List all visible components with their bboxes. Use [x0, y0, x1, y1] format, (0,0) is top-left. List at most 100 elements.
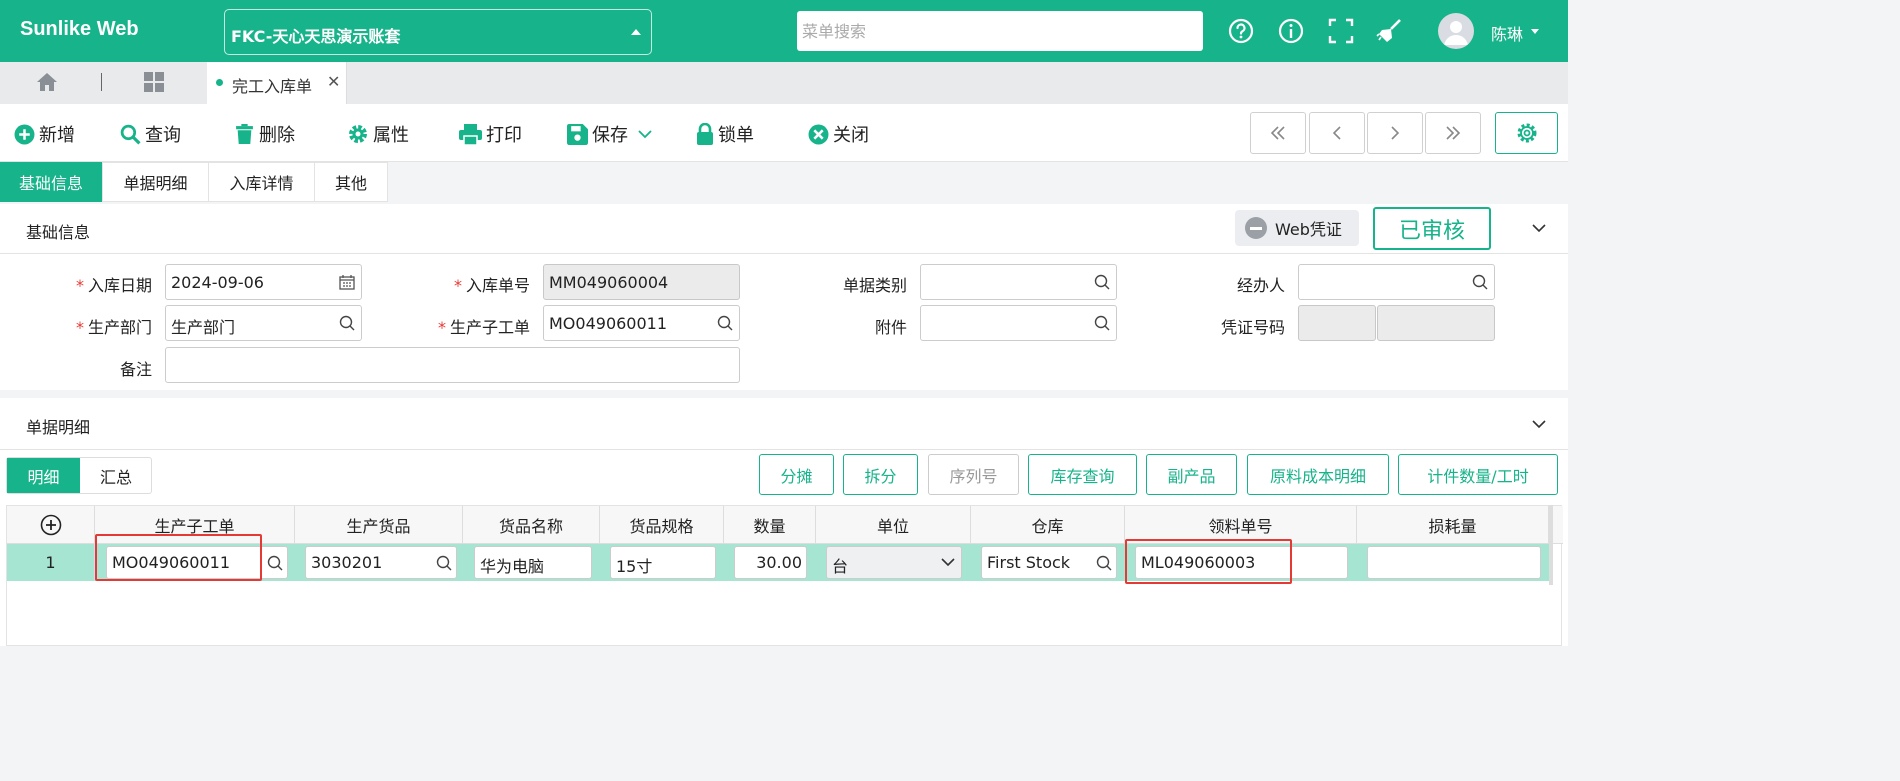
trash-icon [236, 123, 253, 144]
user-name[interactable]: 陈琳 [1491, 21, 1523, 45]
by-product-button[interactable]: 副产品 [1146, 454, 1237, 495]
query-button[interactable]: 查询 [120, 121, 181, 147]
previous-record-button[interactable] [1309, 112, 1365, 154]
highlight-picking-no [1125, 539, 1292, 584]
user-avatar[interactable] [1438, 13, 1474, 49]
web-voucher-button[interactable]: Web凭证 [1235, 210, 1359, 246]
row-loss-input[interactable] [1367, 546, 1541, 579]
allocate-button[interactable]: 分摊 [759, 454, 834, 495]
chevron-left-icon [1332, 126, 1341, 140]
home-icon[interactable] [36, 72, 58, 92]
piece-qty-hours-button[interactable]: 计件数量/工时 [1398, 454, 1558, 495]
stock-query-button[interactable]: 库存查询 [1028, 454, 1137, 495]
row-warehouse-input[interactable]: First Stock [981, 546, 1117, 579]
last-record-button[interactable] [1425, 112, 1481, 154]
add-row-icon[interactable] [40, 514, 62, 536]
attachment-field[interactable] [920, 305, 1117, 341]
search-icon[interactable] [1094, 315, 1110, 331]
query-label: 查询 [145, 125, 181, 146]
row-product-value: 3030201 [311, 553, 383, 572]
detail-title: 单据明细 [26, 418, 91, 437]
view-summary-button[interactable]: 汇总 [80, 458, 152, 493]
close-tab-icon[interactable]: ✕ [327, 72, 340, 91]
grid-vertical-scrollbar[interactable] [1549, 505, 1553, 585]
delete-button[interactable]: 删除 [234, 121, 295, 147]
collapse-chevron-icon[interactable] [1532, 223, 1546, 233]
search-icon[interactable] [1094, 274, 1110, 290]
in-date-value: 2024-09-06 [171, 273, 264, 292]
material-cost-detail-button[interactable]: 原料成本明细 [1247, 454, 1389, 495]
remark-field[interactable] [165, 347, 740, 383]
col-product[interactable]: 生产货品 [295, 506, 463, 544]
clear-cache-broom-icon[interactable] [1376, 17, 1404, 45]
collapse-chevron-icon[interactable] [1532, 419, 1546, 429]
dept-field[interactable]: 生产部门 [165, 305, 362, 341]
col-warehouse[interactable]: 仓库 [971, 506, 1125, 544]
close-button[interactable]: 关闭 [808, 121, 869, 147]
plus-circle-icon [14, 124, 35, 144]
search-icon[interactable] [339, 315, 355, 331]
col-unit[interactable]: 单位 [816, 506, 971, 544]
search-icon[interactable] [436, 555, 452, 571]
serial-number-button[interactable]: 序列号 [928, 454, 1019, 495]
first-record-button[interactable] [1250, 112, 1306, 154]
dept-value: 生产部门 [171, 318, 236, 337]
chevron-down-icon[interactable] [638, 129, 652, 139]
voucher-no-label: 凭证号码 [1220, 318, 1285, 337]
menu-search-input[interactable] [797, 11, 1203, 51]
col-product-name[interactable]: 货品名称 [463, 506, 600, 544]
help-icon[interactable] [1227, 17, 1255, 45]
voucher-no-field-a [1298, 305, 1376, 341]
calendar-icon[interactable] [339, 274, 355, 290]
info-icon[interactable] [1277, 17, 1305, 45]
tab-basic-info[interactable]: 基础信息 [0, 162, 102, 202]
properties-button[interactable]: 属性 [347, 121, 409, 147]
dept-label: * 生产部门 [75, 318, 152, 337]
row-unit-select[interactable]: 台 [826, 546, 962, 579]
col-loss[interactable]: 损耗量 [1357, 506, 1549, 544]
row-name-input[interactable]: 华为电脑 [474, 546, 592, 579]
attachment-label: 附件 [874, 318, 907, 337]
double-chevron-right-icon [1446, 126, 1461, 140]
search-icon[interactable] [1472, 274, 1488, 290]
search-icon[interactable] [1096, 555, 1112, 571]
fullscreen-icon[interactable] [1327, 17, 1355, 45]
tab-other[interactable]: 其他 [314, 162, 388, 202]
status-badge: 已审核 [1373, 207, 1491, 250]
basic-info-title: 基础信息 [26, 223, 91, 242]
grid-menu-icon[interactable] [143, 71, 165, 93]
work-order-value: MO049060011 [549, 314, 668, 333]
lock-button[interactable]: 锁单 [696, 121, 754, 147]
tab-document-details[interactable]: 单据明细 [102, 162, 209, 202]
in-date-field[interactable]: 2024-09-06 [165, 264, 362, 300]
col-spec[interactable]: 货品规格 [600, 506, 724, 544]
tab-receipt-details[interactable]: 入库详情 [208, 162, 315, 202]
col-quantity[interactable]: 数量 [724, 506, 816, 544]
handler-label: 经办人 [1236, 276, 1285, 295]
row-spec-input[interactable]: 15寸 [610, 546, 716, 579]
account-selector[interactable]: FKC-天心天思演示账套 [224, 9, 652, 55]
print-button[interactable]: 打印 [459, 121, 522, 147]
new-button[interactable]: 新增 [14, 121, 75, 147]
split-button[interactable]: 拆分 [843, 454, 918, 495]
search-icon[interactable] [717, 315, 733, 331]
caret-down-icon[interactable] [1531, 29, 1539, 34]
search-icon[interactable] [267, 555, 283, 571]
handler-field[interactable] [1298, 264, 1495, 300]
row-qty-input[interactable]: 30.00 [734, 546, 807, 579]
next-record-button[interactable] [1367, 112, 1423, 154]
row-warehouse-value: First Stock [987, 553, 1071, 572]
work-order-label: * 生产子工单 [437, 318, 530, 337]
work-order-field[interactable]: MO049060011 [543, 305, 740, 341]
web-voucher-label: Web凭证 [1275, 220, 1342, 239]
row-product-input[interactable]: 3030201 [305, 546, 457, 579]
detail-header[interactable]: 单据明细 [0, 398, 1568, 450]
doc-type-field[interactable] [920, 264, 1117, 300]
close-circle-icon [808, 124, 829, 144]
settings-button[interactable] [1495, 112, 1558, 154]
save-button[interactable]: 保存 [567, 121, 656, 147]
voucher-no-field-b [1377, 305, 1495, 341]
tab-completion-receipt[interactable]: 完工入库单 ✕ [207, 62, 347, 104]
minus-circle-icon [1245, 217, 1267, 239]
view-detail-button[interactable]: 明细 [7, 458, 80, 493]
